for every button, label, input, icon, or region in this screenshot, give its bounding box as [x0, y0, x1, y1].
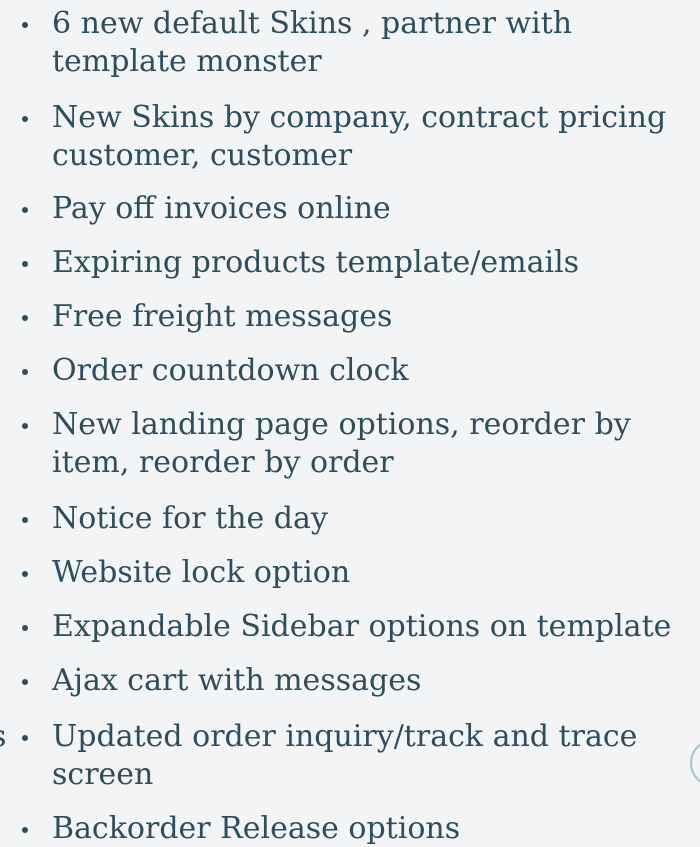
- bullet-dot-icon: [22, 625, 28, 631]
- bullet-line: Order countdown clock: [52, 353, 409, 388]
- bullet-line: Ajax cart with messages: [52, 663, 422, 698]
- bullet-line: Expandable Sidebar options on template: [52, 609, 672, 644]
- bullet-item: Expiring products template/emails: [22, 244, 700, 282]
- bullet-item: Expandable Sidebar options on template: [22, 608, 700, 646]
- bullet-item: New Skins by company, contract pricing c…: [22, 99, 700, 175]
- bullet-item: Order countdown clock: [22, 352, 700, 390]
- bullet-item: Free freight messages: [22, 298, 700, 336]
- bullet-item: 6 new default Skins , partner with templ…: [22, 5, 700, 81]
- bullet-line: Expiring products template/emails: [52, 245, 580, 280]
- bullet-item: Updated order inquiry/track and trace sc…: [22, 718, 700, 794]
- bullet-item: Pay off invoices online: [22, 190, 700, 228]
- bullet-dot-icon: [22, 571, 28, 577]
- bullet-line: template monster: [52, 44, 322, 79]
- clipped-text-fragment: s: [0, 718, 6, 756]
- bullet-line: Updated order inquiry/track and trace: [52, 719, 638, 754]
- bullet-item: Notice for the day: [22, 500, 700, 538]
- bullet-dot-icon: [22, 369, 28, 375]
- bullet-dot-icon: [22, 735, 28, 741]
- bullet-dot-icon: [22, 261, 28, 267]
- bullet-line: Backorder Release options: [52, 811, 461, 846]
- bullet-item: Ajax cart with messages: [22, 662, 700, 700]
- bullet-dot-icon: [22, 207, 28, 213]
- bullet-line: Pay off invoices online: [52, 191, 391, 226]
- bullet-line: customer, customer: [52, 138, 353, 173]
- bullet-line: screen: [52, 757, 154, 792]
- bullet-line: New landing page options, reorder by: [52, 407, 631, 442]
- bullet-dot-icon: [22, 423, 28, 429]
- bullet-dot-icon: [22, 315, 28, 321]
- bullet-item: Backorder Release options: [22, 810, 700, 847]
- bullet-line: Free freight messages: [52, 299, 393, 334]
- bullet-line: New Skins by company, contract pricing: [52, 100, 667, 135]
- bullet-line: item, reorder by order: [52, 445, 394, 480]
- bullet-line: 6 new default Skins , partner with: [52, 6, 573, 41]
- slide-page: 6 new default Skins , partner with templ…: [0, 0, 700, 847]
- bullet-line: Notice for the day: [52, 501, 328, 536]
- bullet-dot-icon: [22, 827, 28, 833]
- bullet-line: Website lock option: [52, 555, 351, 590]
- bullet-item: New landing page options, reorder by ite…: [22, 406, 700, 482]
- bullet-dot-icon: [22, 517, 28, 523]
- bullet-dot-icon: [22, 679, 28, 685]
- bullet-dot-icon: [22, 22, 28, 28]
- bullet-dot-icon: [22, 116, 28, 122]
- bullet-item: Website lock option: [22, 554, 700, 592]
